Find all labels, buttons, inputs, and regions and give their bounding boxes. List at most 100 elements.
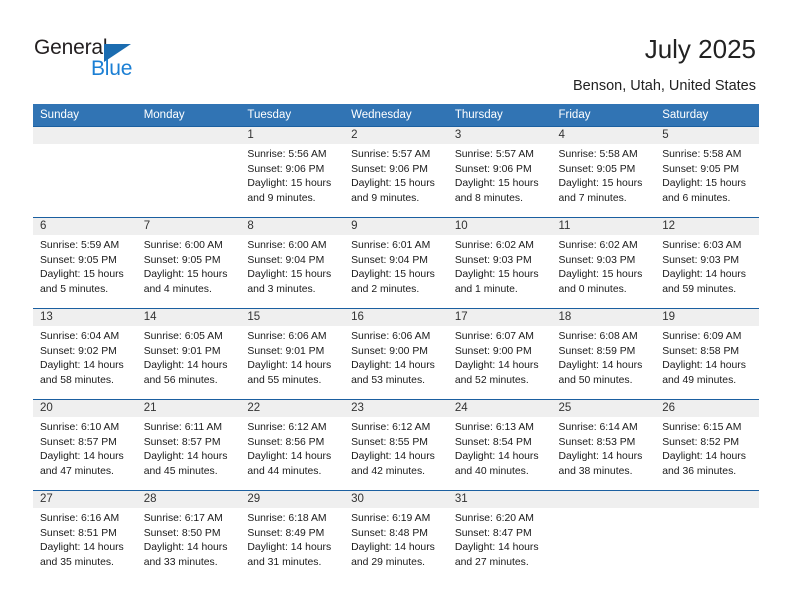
day-info-line: and 50 minutes. <box>558 374 633 386</box>
day-info-line: Sunrise: 6:19 AM <box>351 513 431 524</box>
day-info-line: Sunset: 9:06 PM <box>351 163 428 175</box>
calendar-day-cell[interactable]: 22 Sunrise: 6:12 AM Sunset: 8:56 PM Dayligh… <box>240 399 345 491</box>
day-number: 29 <box>240 491 345 508</box>
day-cell-inner: 1 Sunrise: 5:56 AM Sunset: 9:06 PM Daylight… <box>240 127 345 217</box>
generalblue-logo: General Blue <box>34 36 164 84</box>
calendar-day-cell[interactable]: 30 Sunrise: 6:19 AM Sunset: 8:48 PM Dayligh… <box>344 490 448 581</box>
day-info-line: Daylight: 15 hours <box>247 269 332 281</box>
day-sun-info: Sunrise: 6:02 AM Sunset: 9:03 PM Daylight:… <box>448 235 552 297</box>
day-sun-info <box>552 508 656 512</box>
day-info-line: Sunset: 9:01 PM <box>247 345 325 357</box>
calendar-week-row: 27 Sunrise: 6:16 AM Sunset: 8:51 PM Dayligh… <box>33 490 759 581</box>
day-info-line: Daylight: 14 hours <box>143 360 228 372</box>
calendar-day-cell[interactable]: 4 Sunrise: 5:58 AM Sunset: 9:05 PM Daylight… <box>551 126 656 218</box>
calendar-day-cell[interactable]: 28 Sunrise: 6:17 AM Sunset: 8:50 PM Dayligh… <box>136 490 241 581</box>
calendar-day-cell[interactable]: 13 Sunrise: 6:04 AM Sunset: 9:02 PM Dayligh… <box>33 308 137 400</box>
day-sun-info: Sunrise: 5:57 AM Sunset: 9:06 PM Daylight:… <box>344 144 448 206</box>
day-info-line: Sunset: 9:03 PM <box>454 254 532 266</box>
weekday-header-saturday: Saturday <box>655 104 759 127</box>
calendar-day-cell[interactable]: 18 Sunrise: 6:08 AM Sunset: 8:59 PM Dayligh… <box>551 308 656 400</box>
day-info-line: Sunset: 8:50 PM <box>143 527 221 539</box>
calendar-day-cell[interactable]: 31 Sunrise: 6:20 AM Sunset: 8:47 PM Dayligh… <box>447 490 552 581</box>
day-info-line: Sunset: 9:03 PM <box>558 254 636 266</box>
calendar-day-cell[interactable]: 23 Sunrise: 6:12 AM Sunset: 8:55 PM Dayligh… <box>344 399 448 491</box>
day-info-line: and 40 minutes. <box>454 465 529 477</box>
day-info-line: Sunrise: 6:20 AM <box>454 513 534 524</box>
day-number: 27 <box>33 491 137 508</box>
day-info-line: Daylight: 14 hours <box>351 360 435 372</box>
calendar-day-cell[interactable]: 24 Sunrise: 6:13 AM Sunset: 8:54 PM Dayligh… <box>447 399 552 491</box>
day-info-line: Sunset: 8:51 PM <box>40 527 117 539</box>
day-number: 7 <box>136 218 241 235</box>
day-info-line: and 7 minutes. <box>558 192 627 204</box>
day-number <box>655 491 759 508</box>
day-cell-inner: 29 Sunrise: 6:18 AM Sunset: 8:49 PM Dayligh… <box>240 491 345 581</box>
calendar-day-cell[interactable]: 29 Sunrise: 6:18 AM Sunset: 8:49 PM Dayligh… <box>240 490 345 581</box>
day-info-line: Sunset: 9:04 PM <box>351 254 428 266</box>
calendar-day-cell[interactable]: 25 Sunrise: 6:14 AM Sunset: 8:53 PM Dayligh… <box>551 399 656 491</box>
day-number <box>33 127 137 144</box>
day-sun-info: Sunrise: 6:19 AM Sunset: 8:48 PM Daylight:… <box>344 508 448 570</box>
day-number: 20 <box>33 400 137 417</box>
day-info-line: Sunset: 9:05 PM <box>40 254 117 266</box>
day-info-line: and 0 minutes. <box>558 283 627 295</box>
day-info-line: Sunset: 8:59 PM <box>558 345 636 357</box>
calendar-day-cell[interactable]: 11 Sunrise: 6:02 AM Sunset: 9:03 PM Dayligh… <box>551 217 656 309</box>
calendar-day-cell[interactable]: 10 Sunrise: 6:02 AM Sunset: 9:03 PM Dayligh… <box>447 217 552 309</box>
calendar-day-cell[interactable]: 1 Sunrise: 5:56 AM Sunset: 9:06 PM Daylight… <box>240 126 345 218</box>
day-info-line: Sunrise: 6:03 AM <box>662 240 742 251</box>
day-number: 21 <box>136 400 241 417</box>
calendar-week-row: 1 Sunrise: 5:56 AM Sunset: 9:06 PM Daylight… <box>33 126 759 218</box>
day-info-line: Daylight: 15 hours <box>143 269 228 281</box>
day-info-line: Sunrise: 6:06 AM <box>351 331 431 342</box>
calendar-day-cell[interactable]: 5 Sunrise: 5:58 AM Sunset: 9:05 PM Daylight… <box>655 126 759 218</box>
day-info-line: Sunrise: 5:59 AM <box>40 240 120 251</box>
page-title: July 2025 <box>644 34 756 64</box>
calendar-day-cell[interactable]: 26 Sunrise: 6:15 AM Sunset: 8:52 PM Dayligh… <box>655 399 759 491</box>
day-sun-info: Sunrise: 6:16 AM Sunset: 8:51 PM Daylight:… <box>33 508 137 570</box>
calendar-day-cell[interactable]: 27 Sunrise: 6:16 AM Sunset: 8:51 PM Dayligh… <box>33 490 137 581</box>
calendar-day-cell[interactable]: 17 Sunrise: 6:07 AM Sunset: 9:00 PM Dayligh… <box>447 308 552 400</box>
calendar-day-cell[interactable]: 14 Sunrise: 6:05 AM Sunset: 9:01 PM Dayligh… <box>136 308 241 400</box>
day-info-line: and 8 minutes. <box>454 192 523 204</box>
day-number: 11 <box>551 218 656 235</box>
day-info-line: Sunrise: 6:18 AM <box>247 513 327 524</box>
calendar-day-cell[interactable]: 6 Sunrise: 5:59 AM Sunset: 9:05 PM Daylight… <box>33 217 137 309</box>
day-info-line: and 29 minutes. <box>351 556 426 568</box>
calendar-day-cell[interactable]: 15 Sunrise: 6:06 AM Sunset: 9:01 PM Dayligh… <box>240 308 345 400</box>
day-info-line: and 45 minutes. <box>143 465 218 477</box>
day-cell-inner: 6 Sunrise: 5:59 AM Sunset: 9:05 PM Daylight… <box>33 218 137 308</box>
calendar-day-cell[interactable]: 20 Sunrise: 6:10 AM Sunset: 8:57 PM Dayligh… <box>33 399 137 491</box>
calendar-day-cell[interactable]: 7 Sunrise: 6:00 AM Sunset: 9:05 PM Daylight… <box>136 217 241 309</box>
day-number: 3 <box>447 127 552 144</box>
day-cell-inner: 12 Sunrise: 6:03 AM Sunset: 9:03 PM Dayligh… <box>655 218 759 308</box>
day-info-line: Daylight: 14 hours <box>247 542 332 554</box>
calendar-day-cell[interactable]: 2 Sunrise: 5:57 AM Sunset: 9:06 PM Daylight… <box>344 126 448 218</box>
calendar-day-cell[interactable]: 19 Sunrise: 6:09 AM Sunset: 8:58 PM Dayligh… <box>655 308 759 400</box>
calendar-day-cell[interactable]: 16 Sunrise: 6:06 AM Sunset: 9:00 PM Dayligh… <box>344 308 448 400</box>
day-cell-inner: 19 Sunrise: 6:09 AM Sunset: 8:58 PM Dayligh… <box>655 309 759 399</box>
day-info-line: Sunrise: 6:12 AM <box>351 422 431 433</box>
calendar-empty-cell <box>551 490 656 581</box>
day-sun-info: Sunrise: 6:05 AM Sunset: 9:01 PM Daylight:… <box>137 326 241 388</box>
day-info-line: Sunset: 9:06 PM <box>247 163 325 175</box>
calendar-day-cell[interactable]: 8 Sunrise: 6:00 AM Sunset: 9:04 PM Daylight… <box>240 217 345 309</box>
day-info-line: Sunrise: 5:56 AM <box>247 149 327 160</box>
day-info-line: Sunset: 8:57 PM <box>143 436 221 448</box>
day-info-line: Sunrise: 6:10 AM <box>40 422 120 433</box>
page-subtitle-location: Benson, Utah, United States <box>573 78 756 94</box>
day-info-line: Sunrise: 5:57 AM <box>351 149 431 160</box>
weekday-header-monday: Monday <box>136 104 241 127</box>
day-info-line: and 5 minutes. <box>40 283 109 295</box>
calendar-day-cell[interactable]: 12 Sunrise: 6:03 AM Sunset: 9:03 PM Dayligh… <box>655 217 759 309</box>
day-info-line: Sunset: 8:53 PM <box>558 436 636 448</box>
calendar-day-cell[interactable]: 9 Sunrise: 6:01 AM Sunset: 9:04 PM Daylight… <box>344 217 448 309</box>
day-info-line: Daylight: 15 hours <box>558 269 643 281</box>
day-info-line: Sunset: 8:54 PM <box>454 436 532 448</box>
day-info-line: Sunset: 9:03 PM <box>662 254 740 266</box>
day-cell-inner: 23 Sunrise: 6:12 AM Sunset: 8:55 PM Dayligh… <box>344 400 448 490</box>
day-cell-inner: 18 Sunrise: 6:08 AM Sunset: 8:59 PM Dayligh… <box>551 309 656 399</box>
day-info-line: Sunrise: 5:58 AM <box>558 149 638 160</box>
calendar-day-cell[interactable]: 3 Sunrise: 5:57 AM Sunset: 9:06 PM Daylight… <box>447 126 552 218</box>
calendar-day-cell[interactable]: 21 Sunrise: 6:11 AM Sunset: 8:57 PM Dayligh… <box>136 399 241 491</box>
